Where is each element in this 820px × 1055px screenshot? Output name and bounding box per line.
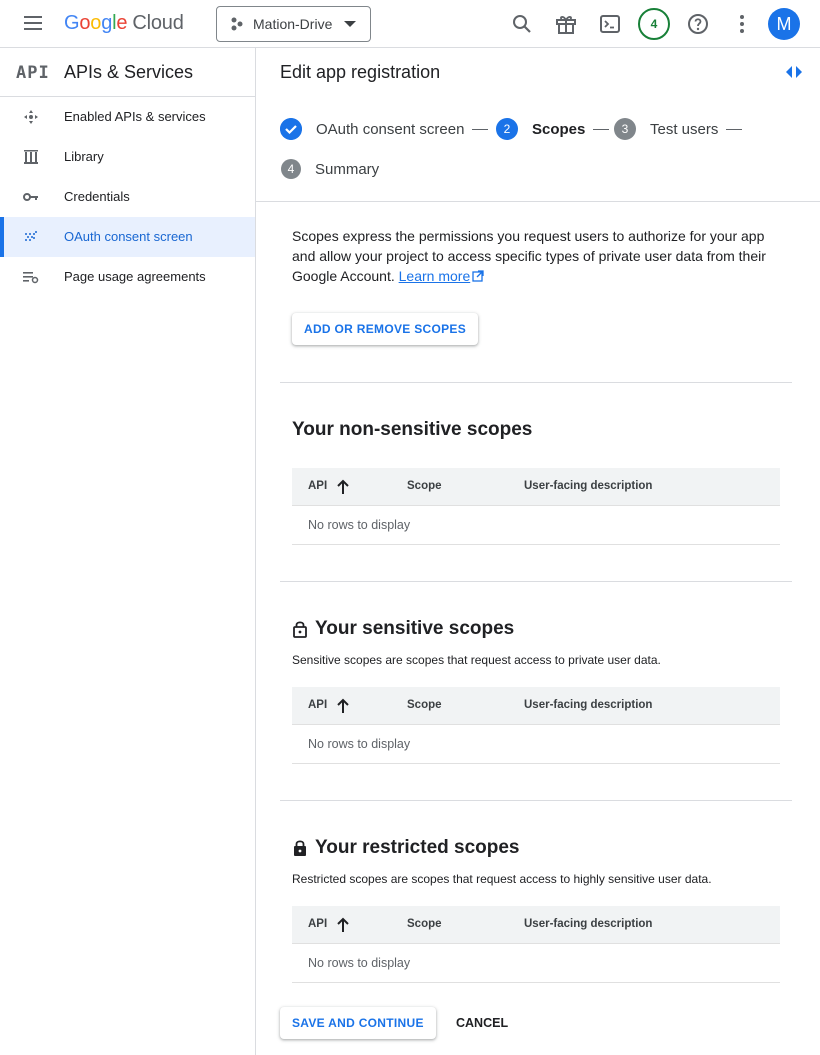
- step-test-users[interactable]: 3 Test users: [614, 117, 743, 141]
- cancel-button[interactable]: CANCEL: [456, 1007, 508, 1039]
- enabled-apis-icon: [24, 110, 38, 124]
- sidebar-item-oauth-consent[interactable]: OAuth consent screen: [0, 217, 255, 257]
- sensitive-scopes-table: API Scope User-facing description No row…: [292, 687, 780, 764]
- empty-row: No rows to display: [292, 725, 780, 764]
- column-scope[interactable]: Scope: [407, 699, 442, 711]
- project-name: Mation-Drive: [253, 16, 333, 32]
- page-title: Edit app registration: [280, 62, 441, 82]
- gift-icon[interactable]: [554, 12, 578, 36]
- project-icon: [231, 17, 243, 31]
- step-summary[interactable]: 4 Summary: [281, 157, 379, 181]
- divider: [280, 800, 792, 801]
- column-scope[interactable]: Scope: [407, 480, 442, 492]
- table-header: API Scope User-facing description: [292, 468, 780, 506]
- column-api[interactable]: API: [308, 699, 327, 711]
- sidebar-item-page-usage[interactable]: Page usage agreements: [0, 257, 255, 297]
- sidebar: API APIs & Services Enabled APIs & servi…: [0, 48, 256, 1055]
- terminal-icon[interactable]: [598, 12, 622, 36]
- lock-open-outline-icon: [293, 621, 307, 638]
- learn-more-link[interactable]: Learn more: [399, 268, 471, 284]
- sidebar-item-credentials[interactable]: Credentials: [0, 177, 255, 217]
- stepper: OAuth consent screen 2 Scopes 3 Test use…: [256, 97, 820, 202]
- table-header: API Scope User-facing description: [292, 906, 780, 944]
- intro-text: Scopes express the permissions you reque…: [292, 228, 766, 284]
- non-sensitive-scopes-table: API Scope User-facing description No row…: [292, 468, 780, 545]
- step-number: 2: [496, 118, 518, 140]
- arrow-upward-icon[interactable]: [336, 479, 350, 495]
- restricted-scopes-description: Restricted scopes are scopes that reques…: [292, 872, 712, 886]
- project-picker-button[interactable]: Mation-Drive: [216, 6, 371, 42]
- arrow-upward-icon[interactable]: [336, 917, 350, 933]
- step-number: 3: [614, 118, 636, 140]
- restricted-scopes-table: API Scope User-facing description No row…: [292, 906, 780, 983]
- empty-row: No rows to display: [292, 506, 780, 545]
- step-number: 4: [281, 159, 301, 179]
- step-scopes[interactable]: 2 Scopes: [496, 117, 610, 141]
- help-icon[interactable]: [686, 12, 710, 36]
- table-header: API Scope User-facing description: [292, 687, 780, 725]
- arrow-upward-icon[interactable]: [336, 698, 350, 714]
- check-circle-icon: [280, 118, 302, 140]
- step-oauth-consent[interactable]: OAuth consent screen: [280, 117, 489, 141]
- step-connector: [593, 128, 610, 130]
- collapse-panel-icon[interactable]: [784, 64, 804, 80]
- add-remove-scopes-button[interactable]: ADD OR REMOVE SCOPES: [292, 313, 479, 345]
- sidebar-item-enabled-apis[interactable]: Enabled APIs & services: [0, 97, 255, 137]
- column-api[interactable]: API: [308, 918, 327, 930]
- open-in-new-icon: [472, 270, 484, 282]
- divider: [280, 382, 792, 383]
- chevron-down-icon: [344, 21, 356, 27]
- column-description[interactable]: User-facing description: [524, 699, 652, 711]
- oauth-icon: [25, 231, 37, 241]
- column-api[interactable]: API: [308, 480, 327, 492]
- menu-icon[interactable]: [22, 16, 44, 32]
- step-connector: [726, 128, 743, 130]
- more-vert-icon[interactable]: [730, 12, 754, 36]
- sensitive-scopes-description: Sensitive scopes are scopes that request…: [292, 653, 661, 667]
- empty-row: No rows to display: [292, 944, 780, 983]
- non-sensitive-scopes-title: Your non-sensitive scopes: [292, 419, 533, 440]
- avatar[interactable]: M: [768, 8, 800, 40]
- column-scope[interactable]: Scope: [407, 918, 442, 930]
- settings-list-icon: [23, 272, 39, 284]
- google-cloud-logo[interactable]: Google Cloud: [64, 12, 184, 35]
- search-icon[interactable]: [510, 12, 534, 36]
- sidebar-item-library[interactable]: Library: [0, 137, 255, 177]
- library-icon: [24, 150, 38, 164]
- divider: [280, 581, 792, 582]
- notification-count-badge[interactable]: 4: [638, 8, 670, 40]
- api-logo: API: [16, 63, 50, 83]
- step-connector: [472, 128, 489, 130]
- lock-icon: [294, 840, 306, 856]
- column-description[interactable]: User-facing description: [524, 480, 652, 492]
- key-icon: [23, 193, 38, 201]
- save-and-continue-button[interactable]: SAVE AND CONTINUE: [280, 1007, 436, 1039]
- sensitive-scopes-title: Your sensitive scopes: [292, 618, 514, 640]
- column-description[interactable]: User-facing description: [524, 918, 652, 930]
- main-header: Edit app registration: [256, 48, 820, 97]
- top-app-bar: Google Cloud Mation-Drive 4 M: [0, 0, 820, 48]
- sidebar-header: API APIs & Services: [0, 48, 255, 97]
- restricted-scopes-title: Your restricted scopes: [292, 837, 520, 859]
- sidebar-title: APIs & Services: [64, 62, 194, 82]
